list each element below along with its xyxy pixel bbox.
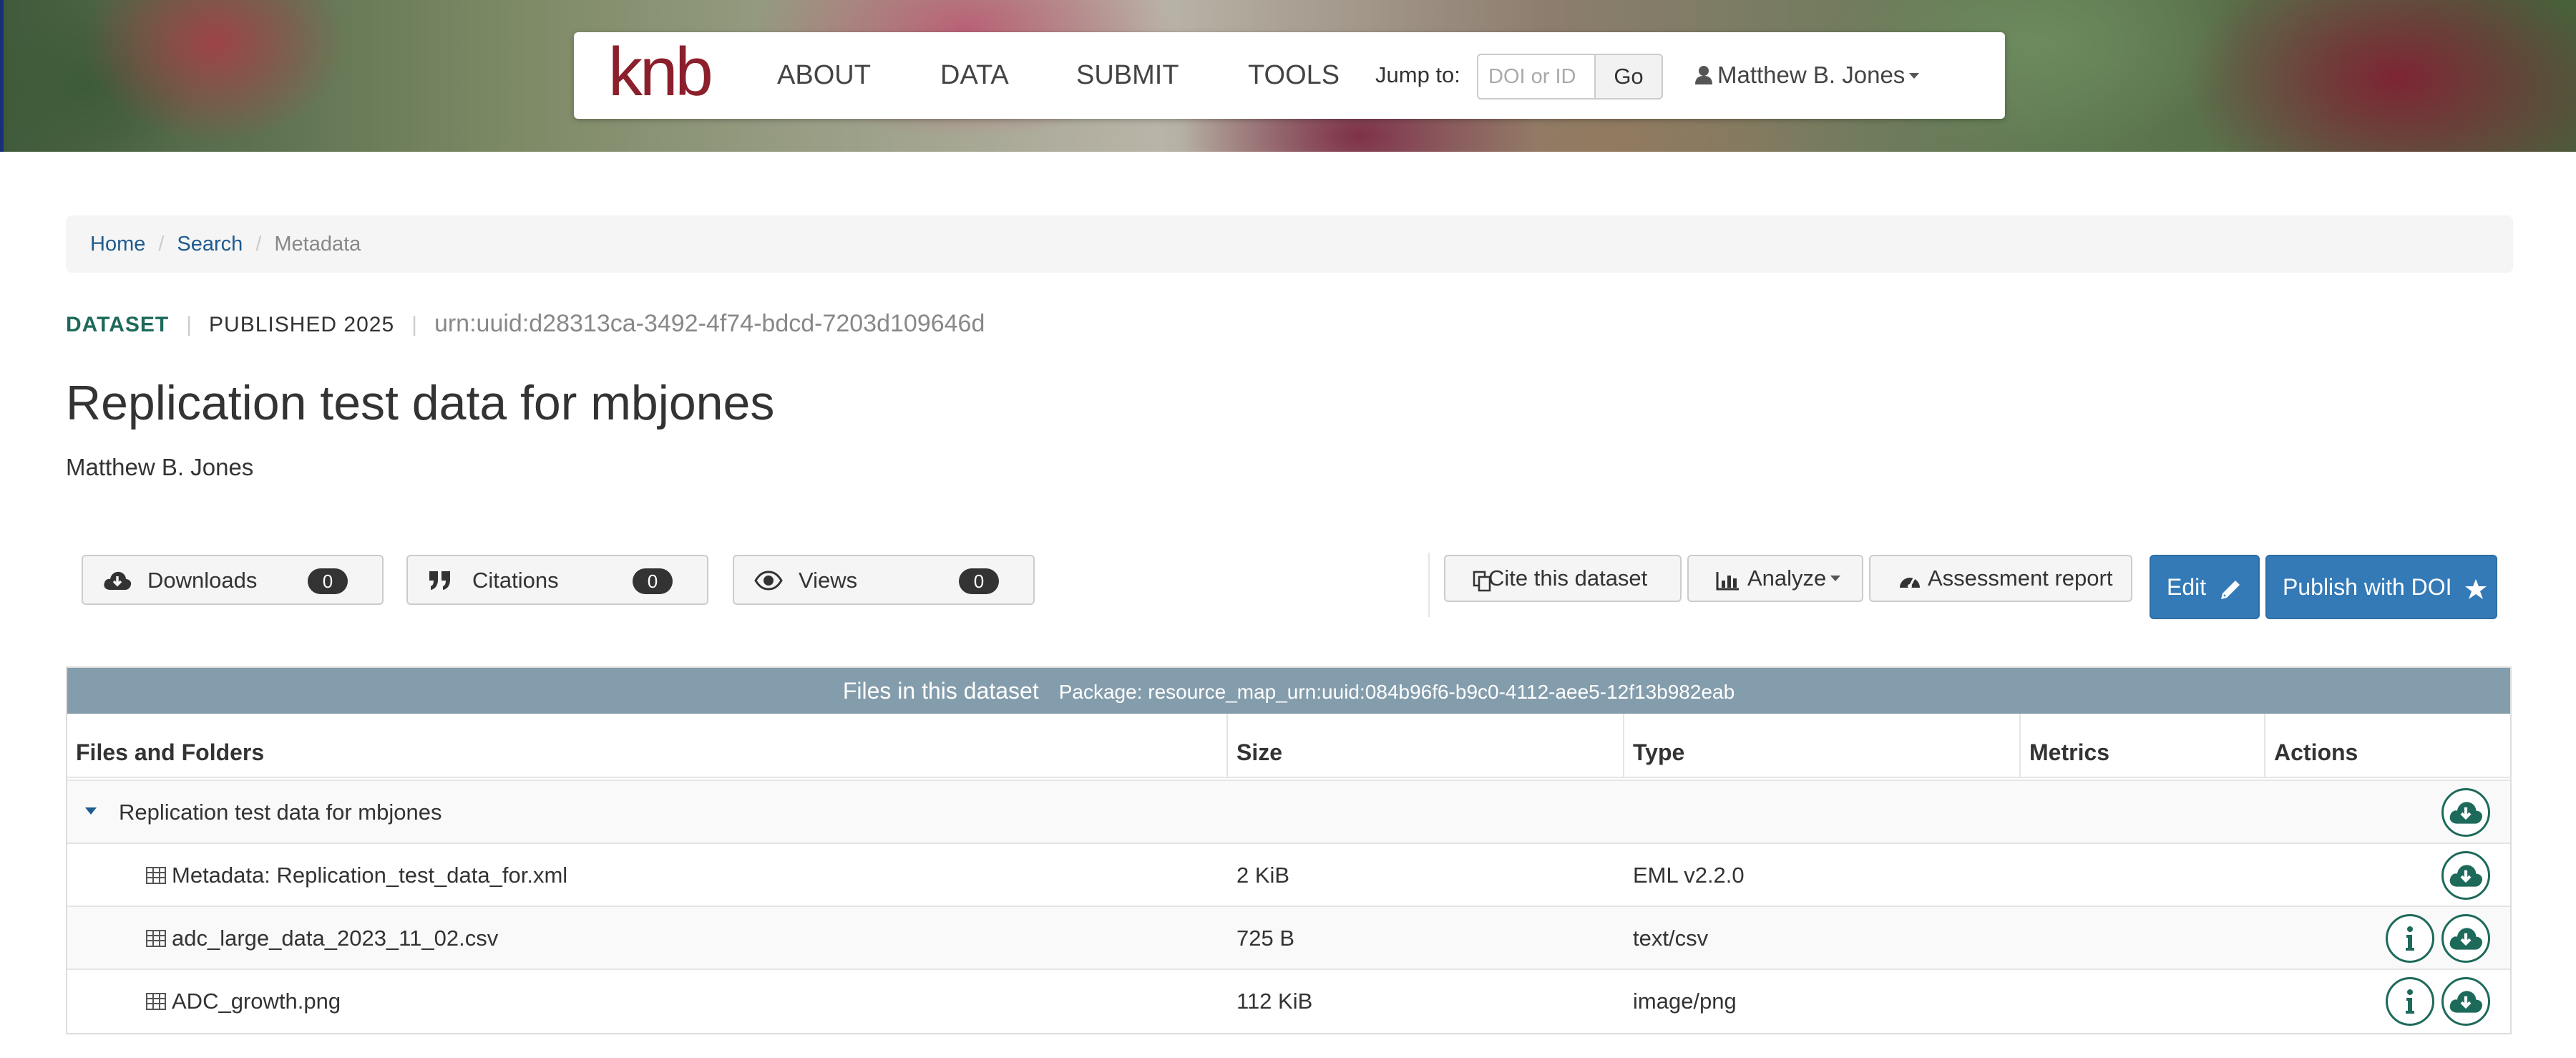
table-icon bbox=[146, 930, 166, 947]
dataset-author[interactable]: Matthew B. Jones bbox=[66, 454, 253, 481]
views-metric-button[interactable]: Views 0 bbox=[733, 555, 1035, 605]
window-edge bbox=[0, 0, 4, 152]
file-name-cell[interactable]: Metadata: Replication_test_data_for.xml bbox=[146, 863, 567, 888]
doi-search-input[interactable] bbox=[1477, 54, 1594, 100]
dataset-meta-line: DATASET | PUBLISHED 2025 | urn:uuid:d28313ca… bbox=[66, 309, 985, 339]
cloud-download-icon bbox=[104, 571, 132, 590]
assessment-report-button[interactable]: Assessment report bbox=[1869, 555, 2132, 602]
knb-logo[interactable]: knb bbox=[608, 37, 713, 108]
file-type: image/png bbox=[1633, 989, 1737, 1014]
folder-name: Replication test data for mbjones bbox=[119, 800, 442, 825]
file-info-button[interactable] bbox=[2386, 914, 2434, 963]
table-row: adc_large_data_2023_11_02.csv 725 B text… bbox=[67, 906, 2510, 969]
edit-label: Edit bbox=[2167, 574, 2207, 600]
publish-with-doi-label: Publish with DOI bbox=[2283, 574, 2452, 600]
download-file-button[interactable] bbox=[2441, 851, 2490, 900]
bar-chart-icon bbox=[1716, 572, 1739, 591]
meta-separator: | bbox=[411, 313, 417, 336]
column-header-type[interactable]: Type bbox=[1624, 714, 2021, 778]
breadcrumb-separator: / bbox=[255, 233, 262, 256]
user-name: Matthew B. Jones bbox=[1717, 62, 1906, 88]
copy-icon bbox=[1473, 571, 1491, 592]
file-size: 725 B bbox=[1236, 926, 1295, 951]
meta-separator: | bbox=[186, 313, 192, 336]
column-header-actions: Actions bbox=[2265, 714, 2512, 778]
breadcrumb: Home / Search / Metadata bbox=[66, 215, 2513, 273]
file-type: EML v2.2.0 bbox=[1633, 863, 1745, 888]
breadcrumb-current: Metadata bbox=[274, 233, 361, 256]
views-label: Views bbox=[799, 568, 858, 593]
eye-icon bbox=[754, 571, 783, 591]
cloud-download-icon bbox=[2449, 991, 2483, 1013]
edit-button[interactable]: Edit bbox=[2150, 555, 2260, 619]
cloud-download-icon bbox=[2449, 928, 2483, 950]
publish-with-doi-button[interactable]: Publish with DOI bbox=[2265, 555, 2497, 619]
breadcrumb-search[interactable]: Search bbox=[177, 233, 243, 256]
quote-icon bbox=[429, 571, 450, 590]
user-menu[interactable]: Matthew B. Jones bbox=[1694, 59, 1920, 91]
table-icon bbox=[146, 867, 166, 884]
star-icon bbox=[2465, 579, 2487, 599]
downloads-metric-button[interactable]: Downloads 0 bbox=[82, 555, 384, 605]
file-size: 112 KiB bbox=[1236, 989, 1313, 1014]
toolbar-divider bbox=[1428, 553, 1430, 617]
file-size: 2 KiB bbox=[1236, 863, 1290, 888]
nav-about[interactable]: ABOUT bbox=[777, 59, 871, 91]
file-name: adc_large_data_2023_11_02.csv bbox=[172, 926, 499, 951]
nav-tools[interactable]: TOOLS bbox=[1248, 59, 1340, 91]
analyze-dropdown-button[interactable]: Analyze bbox=[1687, 555, 1863, 602]
column-header-files[interactable]: Files and Folders bbox=[67, 714, 1228, 778]
column-header-size[interactable]: Size bbox=[1228, 714, 1624, 778]
table-row: ADC_growth.png 112 KiB image/png bbox=[67, 969, 2510, 1032]
expand-triangle-icon[interactable] bbox=[84, 807, 97, 815]
download-file-button[interactable] bbox=[2441, 977, 2490, 1026]
dashboard-gauge-icon bbox=[1900, 576, 1920, 588]
breadcrumb-separator: / bbox=[158, 233, 165, 256]
jump-to-label: Jump to: bbox=[1375, 62, 1460, 87]
pencil-icon bbox=[2221, 581, 2240, 599]
files-table-header-bar: Files in this dataset Package: resource_m… bbox=[67, 668, 2510, 714]
cloud-download-icon bbox=[2449, 802, 2483, 824]
caret-down-icon bbox=[1830, 576, 1841, 581]
file-name: ADC_growth.png bbox=[172, 989, 341, 1014]
downloads-label: Downloads bbox=[147, 568, 258, 593]
nav-data[interactable]: DATA bbox=[940, 59, 1009, 91]
assessment-report-label: Assessment report bbox=[1928, 566, 2113, 591]
cite-dataset-button[interactable]: Cite this dataset bbox=[1444, 555, 1682, 602]
top-navbar: knb ABOUT DATA SUBMIT TOOLS Jump to: Go … bbox=[574, 32, 2005, 119]
nav-submit[interactable]: SUBMIT bbox=[1076, 59, 1179, 91]
dataset-type-label: DATASET bbox=[66, 313, 170, 336]
file-name-cell[interactable]: ADC_growth.png bbox=[146, 989, 341, 1014]
citations-count-badge: 0 bbox=[633, 568, 673, 594]
user-icon bbox=[1695, 66, 1712, 84]
info-icon bbox=[2406, 989, 2414, 1014]
citations-metric-button[interactable]: Citations 0 bbox=[406, 555, 708, 605]
folder-row[interactable]: Replication test data for mbjones bbox=[67, 780, 2510, 843]
file-type: text/csv bbox=[1633, 926, 1709, 951]
file-name: Metadata: Replication_test_data_for.xml bbox=[172, 863, 568, 888]
go-button[interactable]: Go bbox=[1594, 54, 1663, 100]
table-icon bbox=[146, 993, 166, 1010]
download-folder-button[interactable] bbox=[2441, 788, 2490, 837]
published-label: PUBLISHED 2025 bbox=[209, 313, 395, 336]
views-count-badge: 0 bbox=[959, 568, 999, 594]
column-header-metrics: Metrics bbox=[2021, 714, 2265, 778]
file-info-button[interactable] bbox=[2386, 977, 2434, 1026]
file-name-cell[interactable]: adc_large_data_2023_11_02.csv bbox=[146, 926, 498, 951]
dataset-identifier: urn:uuid:d28313ca-3492-4f74-bdcd-7203d10… bbox=[434, 310, 985, 337]
citations-label: Citations bbox=[472, 568, 559, 593]
caret-down-icon bbox=[1909, 73, 1920, 79]
cite-dataset-label: Cite this dataset bbox=[1488, 566, 1648, 591]
dataset-title: Replication test data for mbjones bbox=[66, 376, 775, 430]
download-file-button[interactable] bbox=[2441, 914, 2490, 963]
cloud-download-icon bbox=[2449, 865, 2483, 887]
files-table: Files in this dataset Package: resource_m… bbox=[66, 666, 2512, 1034]
package-identifier: Package: resource_map_urn:uuid:084b96f6-… bbox=[1058, 681, 1735, 703]
table-row: Metadata: Replication_test_data_for.xml … bbox=[67, 843, 2510, 906]
breadcrumb-home[interactable]: Home bbox=[90, 233, 145, 256]
files-table-title: Files in this dataset bbox=[842, 678, 1039, 704]
info-icon bbox=[2406, 926, 2414, 951]
downloads-count-badge: 0 bbox=[308, 568, 348, 594]
analyze-label: Analyze bbox=[1747, 566, 1827, 591]
